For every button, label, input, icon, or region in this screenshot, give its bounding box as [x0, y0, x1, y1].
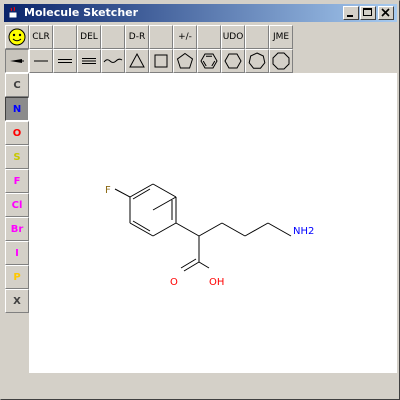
bond — [152, 196, 177, 211]
atom-sulfur-button[interactable]: S — [5, 145, 29, 169]
bond — [244, 222, 269, 237]
chain-icon — [103, 58, 123, 63]
atom-nitrogen-button[interactable]: N — [5, 97, 29, 121]
triangle-ring-button[interactable] — [125, 49, 149, 73]
toolbar: CLR DEL D-R +/- UDO JME — [5, 25, 397, 73]
atom-any-button[interactable]: X — [5, 289, 29, 313]
jme-button[interactable]: JME — [269, 25, 293, 49]
bond — [198, 222, 223, 237]
bond — [221, 222, 246, 237]
atom-chlorine-button[interactable]: Cl — [5, 193, 29, 217]
toolbar-blank-button[interactable] — [149, 25, 173, 49]
toolbar-blank-button[interactable] — [53, 25, 77, 49]
bond — [267, 222, 292, 237]
toolbar-blank-button[interactable] — [197, 25, 221, 49]
stereo-bond-button[interactable] — [5, 49, 29, 73]
undo-button[interactable]: UDO — [221, 25, 245, 49]
minimize-icon — [347, 15, 353, 17]
benzene-ring-icon — [200, 53, 218, 69]
close-button[interactable] — [378, 6, 394, 20]
bond — [180, 258, 197, 269]
close-icon — [381, 8, 390, 17]
bond — [129, 183, 154, 198]
atom-bromine-button[interactable]: Br — [5, 217, 29, 241]
oxygen-label: O — [170, 277, 178, 288]
heptagon-ring-button[interactable] — [245, 49, 269, 73]
hexagon-ring-button[interactable] — [221, 49, 245, 73]
octagon-ring-button[interactable] — [269, 49, 293, 73]
square-ring-icon — [154, 54, 168, 68]
octagon-ring-icon — [272, 52, 290, 70]
maximize-icon — [363, 8, 372, 16]
molecule-sketcher-window: Molecule Sketcher CLR DEL D-R +/- UDO JM… — [0, 0, 400, 400]
bond — [183, 261, 200, 272]
hexagon-ring-icon — [224, 53, 242, 69]
bond — [175, 222, 200, 237]
triple-bond-button[interactable] — [77, 49, 101, 73]
toolbar-blank-button[interactable] — [101, 25, 125, 49]
bond — [152, 183, 177, 198]
heptagon-ring-icon — [248, 52, 266, 69]
amine-label: NH2 — [293, 226, 314, 237]
clear-button[interactable]: CLR — [29, 25, 53, 49]
smiley-button[interactable] — [5, 25, 29, 49]
bond — [129, 222, 154, 237]
pentagon-ring-icon — [176, 52, 194, 69]
fluorine-label: F — [105, 185, 111, 196]
double-bond-button[interactable] — [53, 49, 77, 73]
bond — [198, 261, 210, 269]
benzene-ring-button[interactable] — [197, 49, 221, 73]
atom-oxygen-button[interactable]: O — [5, 121, 29, 145]
atom-carbon-button[interactable]: C — [5, 73, 29, 97]
triangle-ring-icon — [129, 52, 145, 68]
bond — [152, 222, 177, 237]
square-ring-button[interactable] — [149, 49, 173, 73]
double-bond-icon — [58, 59, 72, 63]
pentagon-ring-button[interactable] — [173, 49, 197, 73]
delete-button[interactable]: DEL — [77, 25, 101, 49]
stereo-bond-icon — [10, 59, 24, 63]
maximize-button[interactable] — [360, 6, 376, 20]
atom-phosphorus-button[interactable]: P — [5, 265, 29, 289]
chain-button[interactable] — [101, 49, 125, 73]
bond — [114, 188, 131, 198]
title-bar[interactable]: Molecule Sketcher — [4, 4, 397, 22]
atom-fluorine-button[interactable]: F — [5, 169, 29, 193]
delete-r-button[interactable]: D-R — [125, 25, 149, 49]
minimize-button[interactable] — [343, 6, 359, 20]
single-bond-button[interactable] — [29, 49, 53, 73]
drawing-canvas[interactable]: F O OH NH2 — [29, 73, 397, 373]
toolbar-blank-button[interactable] — [245, 25, 269, 49]
hydroxyl-label: OH — [209, 277, 224, 288]
triple-bond-icon — [82, 58, 96, 64]
single-bond-icon — [34, 60, 48, 62]
smiley-icon — [8, 28, 26, 46]
java-cup-icon — [8, 6, 19, 19]
molecule-structure: F O OH NH2 — [105, 183, 314, 288]
atom-iodine-button[interactable]: I — [5, 241, 29, 265]
window-title: Molecule Sketcher — [24, 6, 139, 19]
charge-button[interactable]: +/- — [173, 25, 197, 49]
